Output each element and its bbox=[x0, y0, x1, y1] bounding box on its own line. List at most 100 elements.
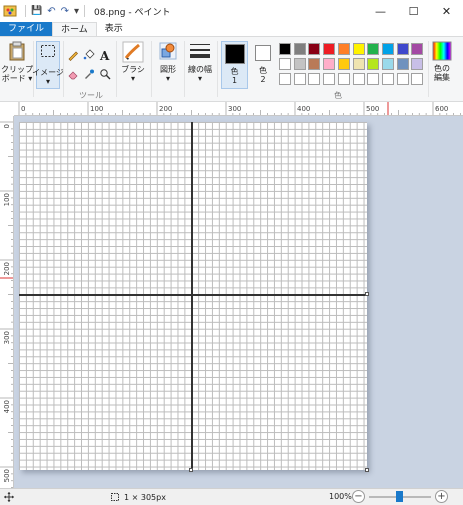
horizontal-ruler: 0 100 200 300 400 500 600 bbox=[14, 102, 463, 116]
ruler-label: 600 bbox=[435, 105, 448, 113]
vertical-ruler-ticks: 0 100 200 300 400 500 bbox=[0, 121, 13, 488]
undo-icon[interactable]: ↶ bbox=[47, 6, 55, 17]
edit-colors-icon bbox=[432, 41, 452, 61]
palette-swatch[interactable] bbox=[308, 58, 321, 70]
palette-swatch[interactable] bbox=[396, 43, 409, 55]
palette-swatch[interactable] bbox=[279, 73, 291, 85]
edit-colors-button[interactable]: 色の 編集 bbox=[430, 41, 454, 82]
canvas-resize-handle-bottom[interactable] bbox=[189, 468, 193, 472]
ruler-label: 300 bbox=[3, 331, 11, 344]
palette-swatch[interactable] bbox=[308, 43, 321, 55]
clipboard-label: クリップ ボード ▾ bbox=[1, 65, 33, 83]
line-width-icon bbox=[190, 44, 210, 58]
palette-swatch[interactable] bbox=[308, 73, 321, 85]
zoom-out-button[interactable]: − bbox=[352, 490, 365, 503]
palette-swatch[interactable] bbox=[323, 73, 336, 85]
ribbon-tabs: ファイル ホーム 表示 bbox=[0, 22, 463, 36]
image-select-button[interactable]: イメージ ▾ bbox=[32, 41, 64, 89]
drawing-canvas[interactable] bbox=[19, 122, 367, 470]
clipboard-icon bbox=[9, 41, 25, 61]
ruler-label: 100 bbox=[90, 105, 103, 113]
palette-swatch[interactable] bbox=[381, 43, 394, 55]
palette-swatch[interactable] bbox=[352, 43, 365, 55]
palette-swatch[interactable] bbox=[367, 43, 380, 55]
color1-button[interactable]: 色 1 bbox=[221, 41, 248, 89]
image-label: イメージ ▾ bbox=[32, 68, 64, 86]
canvas-resize-handle-right[interactable] bbox=[365, 292, 369, 296]
color1-swatch bbox=[224, 44, 245, 64]
ruler-label: 100 bbox=[3, 193, 11, 206]
group-separator bbox=[116, 41, 117, 97]
ruler-corner bbox=[0, 102, 14, 116]
palette-swatch[interactable] bbox=[411, 58, 424, 70]
palette-swatch[interactable] bbox=[279, 58, 291, 70]
customize-quick-access-icon[interactable]: ▾ bbox=[74, 6, 79, 17]
color2-label: 色 2 bbox=[259, 66, 267, 84]
eraser-icon[interactable] bbox=[67, 68, 79, 80]
fill-bucket-icon[interactable] bbox=[83, 49, 95, 61]
size-label: 線の幅 ▾ bbox=[188, 65, 212, 83]
group-separator bbox=[184, 41, 185, 97]
zoom-level: 100% bbox=[329, 492, 352, 501]
palette-swatch[interactable] bbox=[323, 58, 336, 70]
shapes-label: 図形 ▾ bbox=[160, 65, 176, 83]
palette-swatch[interactable] bbox=[367, 73, 380, 85]
tab-home[interactable]: ホーム bbox=[52, 22, 97, 36]
vertical-axis-line bbox=[191, 122, 193, 470]
tab-file[interactable]: ファイル bbox=[0, 22, 53, 36]
svg-text:A: A bbox=[99, 49, 110, 61]
canvas-resize-handle-corner[interactable] bbox=[365, 468, 369, 472]
save-icon[interactable]: 💾 bbox=[31, 6, 42, 16]
zoom-slider-thumb[interactable] bbox=[396, 491, 403, 502]
tab-view[interactable]: 表示 bbox=[97, 22, 131, 36]
workspace[interactable] bbox=[14, 116, 463, 488]
window-controls: — ☐ ✕ bbox=[364, 0, 463, 22]
palette-swatch[interactable] bbox=[337, 43, 350, 55]
palette-swatch[interactable] bbox=[396, 73, 409, 85]
palette-swatch[interactable] bbox=[352, 73, 365, 85]
palette-swatch[interactable] bbox=[293, 43, 306, 55]
size-button[interactable]: 線の幅 ▾ bbox=[186, 41, 214, 83]
palette-swatch[interactable] bbox=[293, 58, 306, 70]
vertical-ruler: 0 100 200 300 400 500 bbox=[0, 116, 14, 488]
color2-swatch bbox=[255, 45, 271, 61]
palette-swatch[interactable] bbox=[337, 58, 350, 70]
clipboard-button[interactable]: クリップ ボード ▾ bbox=[1, 41, 33, 83]
shapes-button[interactable]: 図形 ▾ bbox=[156, 41, 180, 83]
minimize-button[interactable]: — bbox=[364, 0, 397, 22]
pencil-icon[interactable] bbox=[67, 49, 79, 61]
quick-access-separator bbox=[25, 5, 26, 17]
cursor-move-icon bbox=[4, 492, 14, 502]
tools-group-label: ツール bbox=[79, 91, 103, 100]
color-picker-icon[interactable] bbox=[83, 68, 95, 80]
palette-swatch[interactable] bbox=[323, 43, 336, 55]
zoom-in-button[interactable]: + bbox=[435, 490, 448, 503]
selection-size-icon bbox=[111, 493, 119, 501]
brushes-button[interactable]: ブラシ ▾ bbox=[120, 41, 146, 83]
palette-swatch[interactable] bbox=[411, 43, 424, 55]
status-bar: 1 × 305px 100% − + bbox=[0, 488, 463, 505]
color1-label: 色 1 bbox=[230, 67, 239, 85]
palette-swatch[interactable] bbox=[381, 73, 394, 85]
close-button[interactable]: ✕ bbox=[430, 0, 463, 22]
maximize-button[interactable]: ☐ bbox=[397, 0, 430, 22]
redo-icon[interactable]: ↷ bbox=[61, 6, 69, 17]
ribbon: クリップ ボード ▾ イメージ ▾ A ツール ブラシ ▾ 図形 ▾ 線の幅 ▾… bbox=[0, 36, 463, 102]
magnifier-icon[interactable] bbox=[99, 68, 111, 80]
ruler-label: 500 bbox=[366, 105, 379, 113]
ruler-label: 200 bbox=[3, 262, 11, 275]
palette-swatch[interactable] bbox=[411, 73, 424, 85]
text-tool-icon[interactable]: A bbox=[99, 49, 111, 61]
palette-swatch[interactable] bbox=[367, 58, 380, 70]
palette-swatch[interactable] bbox=[352, 58, 365, 70]
paint-app-icon[interactable] bbox=[3, 4, 19, 18]
palette-swatch[interactable] bbox=[381, 58, 394, 70]
color2-button[interactable]: 色 2 bbox=[251, 41, 275, 84]
ruler-label: 300 bbox=[228, 105, 241, 113]
palette-swatch[interactable] bbox=[279, 43, 291, 55]
palette-swatch[interactable] bbox=[396, 58, 409, 70]
palette-swatch[interactable] bbox=[293, 73, 306, 85]
palette-swatch[interactable] bbox=[337, 73, 350, 85]
quick-access-separator bbox=[84, 5, 86, 17]
group-separator bbox=[428, 41, 429, 97]
